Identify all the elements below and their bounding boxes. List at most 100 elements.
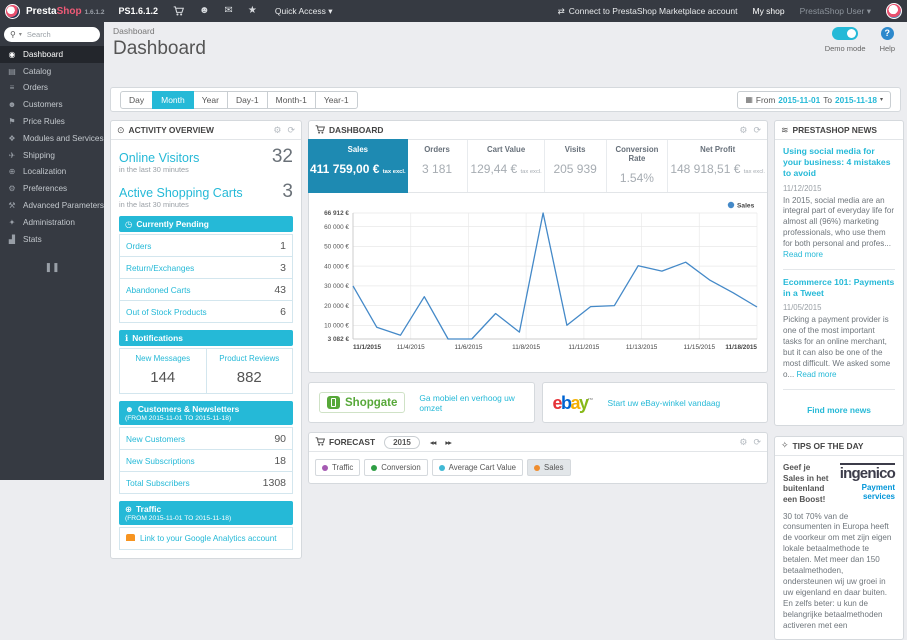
sidebar-item-catalog[interactable]: ▤ Catalog: [0, 63, 104, 80]
forecast-panel: FORECAST 2015 ◂◂ ▸▸ ⚙ ⟳ Traffic Conversio…: [308, 432, 768, 484]
svg-text:3 082 €: 3 082 €: [328, 336, 350, 343]
news-article-title[interactable]: Using social media for your business: 4 …: [783, 146, 895, 180]
customers-row-new-customers: New Customers 90: [119, 427, 293, 450]
svg-text:60 000 €: 60 000 €: [324, 224, 349, 231]
product-reviews-cell[interactable]: Product Reviews 882: [205, 349, 293, 393]
rewind-icon[interactable]: ◂◂: [430, 438, 436, 447]
range-button-day-1[interactable]: Day-1: [226, 90, 268, 109]
cart-icon: [315, 124, 326, 136]
legend-conversion[interactable]: Conversion: [364, 459, 428, 476]
kpi-cart-value[interactable]: Cart Value 129,44 € tax excl.: [468, 140, 545, 192]
kpi-visits[interactable]: Visits 205 939: [545, 140, 607, 192]
user-avatar[interactable]: [886, 3, 902, 19]
gear-icon[interactable]: ⚙: [273, 125, 281, 136]
pending-row-abandoned-carts: Abandoned Carts 43: [119, 279, 293, 301]
sidebar-item-stats[interactable]: ▟ Stats: [0, 231, 104, 248]
sidebar-item-localization[interactable]: ⊕ Localization: [0, 164, 104, 181]
topbar: PrestaShop 1.6.1.2 PS1.6.1.2 ☻ ✉ ★ Quick …: [0, 0, 907, 22]
sidebar-item-dashboard[interactable]: ◉ Dashboard: [0, 46, 104, 63]
sidebar: ⚲ ▾ ◉ Dashboard ▤ Catalog ≡ Orders ☻ Custome…: [0, 22, 104, 480]
active-carts-link[interactable]: Active Shopping Carts: [119, 186, 243, 200]
shop-name: PS1.6.1.2: [118, 6, 158, 16]
sidebar-collapse-button[interactable]: ❚❚: [42, 262, 62, 273]
row-value: 6: [280, 305, 286, 318]
row-link[interactable]: Total Subscribers: [126, 478, 190, 488]
person-icon[interactable]: ☻: [199, 6, 210, 16]
mail-icon[interactable]: ✉: [225, 6, 233, 16]
legend-average-cart-value[interactable]: Average Cart Value: [431, 459, 523, 476]
sidebar-item-shipping[interactable]: ✈ Shipping: [0, 147, 104, 164]
read-more-link[interactable]: Read more: [797, 370, 837, 379]
new-messages-cell[interactable]: New Messages 144: [120, 349, 206, 393]
traffic-header: ⊕ Traffic (FROM 2015-11-01 TO 2015-11-18): [119, 501, 293, 525]
sidebar-item-orders[interactable]: ≡ Orders: [0, 80, 104, 97]
row-link[interactable]: New Customers: [126, 434, 185, 444]
row-link[interactable]: Abandoned Carts: [126, 285, 191, 295]
sidebar-item-modules[interactable]: ❖ Modules and Services: [0, 130, 104, 147]
forward-icon[interactable]: ▸▸: [445, 438, 451, 447]
range-button-month[interactable]: Month: [152, 90, 194, 109]
legend-traffic[interactable]: Traffic: [315, 459, 361, 476]
range-button-year-1[interactable]: Year-1: [314, 90, 358, 109]
trophy-icon[interactable]: ★: [248, 6, 257, 16]
search-input[interactable]: [24, 29, 79, 40]
globe-icon: ⊕: [125, 504, 133, 514]
sidebar-item-preferences[interactable]: ⚙ Preferences: [0, 180, 104, 197]
sidebar-item-administration[interactable]: ✦ Administration: [0, 214, 104, 231]
date-range-toolbar: Day Month Year Day-1 Month-1 Year-1 ▦ Fr…: [110, 87, 901, 112]
row-link[interactable]: Out of Stock Products: [126, 307, 207, 317]
refresh-icon[interactable]: ⟳: [753, 437, 761, 448]
legend-sales[interactable]: Sales: [527, 459, 571, 476]
ebay-link[interactable]: Start uw eBay-winkel vandaag: [608, 398, 721, 408]
localization-icon: ⊕: [8, 167, 16, 177]
sidebar-item-customers[interactable]: ☻ Customers: [0, 96, 104, 113]
range-button-month-1[interactable]: Month-1: [266, 90, 316, 109]
caret-down-icon[interactable]: ▾: [19, 31, 22, 38]
date-range-picker[interactable]: ▦ From 2015-11-01 To 2015-11-18 ▾: [737, 90, 891, 109]
refresh-icon[interactable]: ⟳: [753, 125, 761, 136]
notifications-header: ℹ Notifications: [119, 330, 293, 346]
my-shop-link[interactable]: My shop: [752, 6, 784, 16]
forecast-year[interactable]: 2015: [384, 435, 420, 449]
breadcrumb[interactable]: Dashboard: [113, 26, 907, 36]
gear-icon[interactable]: ⚙: [739, 125, 747, 136]
row-link[interactable]: Return/Exchanges: [126, 263, 194, 273]
online-visitors-link[interactable]: Online Visitors: [119, 151, 199, 165]
news-article-date: 11/12/2015: [783, 183, 822, 193]
help-icon[interactable]: ?: [880, 27, 894, 40]
range-button-year[interactable]: Year: [192, 90, 228, 109]
refresh-icon[interactable]: ⟳: [287, 125, 295, 136]
google-analytics-link[interactable]: Link to your Google Analytics account: [119, 527, 293, 550]
gear-icon[interactable]: ⚙: [739, 437, 747, 448]
cart-icon[interactable]: [173, 6, 184, 16]
row-link[interactable]: New Subscriptions: [126, 456, 195, 466]
news-article-title[interactable]: Ecommerce 101: Payments in a Tweet: [783, 277, 895, 299]
sidebar-item-advanced-parameters[interactable]: ⚒ Advanced Parameters: [0, 197, 104, 214]
marketplace-link[interactable]: ⇄ Connect to PrestaShop Marketplace accou…: [558, 6, 738, 17]
shopgate-banner[interactable]: Shopgate Ga mobiel en verhoog uw omzet: [308, 382, 535, 423]
svg-text:11/18/2015: 11/18/2015: [725, 344, 757, 351]
find-more-news-link[interactable]: Find more news: [783, 397, 895, 421]
page-title: Dashboard: [113, 38, 206, 59]
kpi-conversion-rate[interactable]: Conversion Rate 1.54%: [607, 140, 669, 192]
read-more-link[interactable]: Read more: [783, 250, 823, 259]
google-analytics-icon: [126, 534, 135, 543]
range-button-day[interactable]: Day: [120, 90, 154, 109]
shopgate-link[interactable]: Ga mobiel en verhoog uw omzet: [419, 393, 523, 413]
user-menu[interactable]: PrestaShop User ▾: [800, 6, 871, 17]
sidebar-item-price-rules[interactable]: ⚑ Price Rules: [0, 113, 104, 130]
sidebar-item-label: Shipping: [23, 150, 55, 160]
kpi-sales[interactable]: Sales 411 759,00 € tax excl.: [308, 139, 408, 193]
sidebar-search[interactable]: ⚲ ▾: [4, 27, 100, 42]
bulb-icon: ✧: [781, 440, 789, 451]
quick-access-menu[interactable]: Quick Access ▾: [275, 6, 333, 17]
news-panel-title: PRESTASHOP NEWS: [792, 125, 877, 135]
kpi-row: Sales 411 759,00 € tax excl. Orders 3 181 …: [308, 139, 767, 193]
svg-text:30 000 €: 30 000 €: [324, 283, 349, 290]
row-value: 90: [274, 432, 286, 445]
kpi-net-profit[interactable]: Net Profit 148 918,51 € tax excl.: [668, 140, 767, 192]
ebay-banner[interactable]: ebay™ Start uw eBay-winkel vandaag: [541, 382, 768, 423]
demo-mode-toggle[interactable]: [832, 27, 859, 40]
row-link[interactable]: Orders: [126, 241, 151, 251]
kpi-orders[interactable]: Orders 3 181: [407, 140, 469, 192]
